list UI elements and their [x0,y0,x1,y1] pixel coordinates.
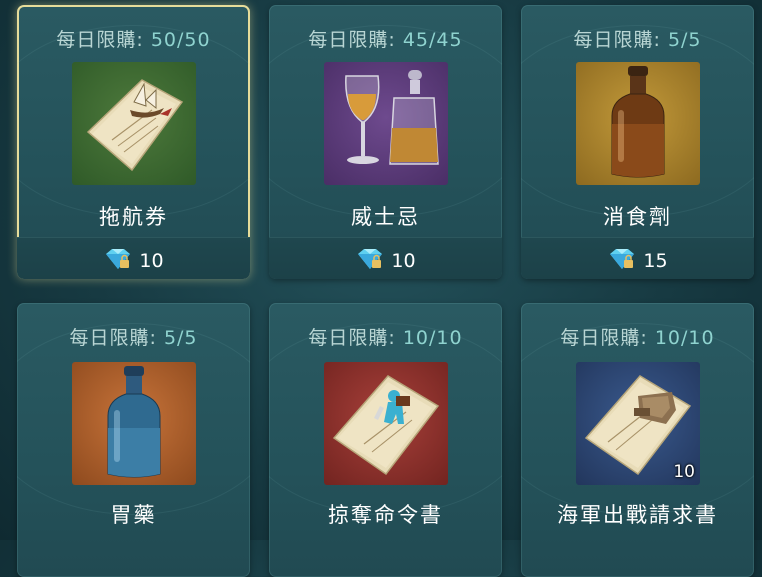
shop-item-card-navy-request[interactable]: 每日限購: 10/10 10 海軍出戰請求書 [521,303,754,577]
daily-limit-value: 5/5 [667,29,702,51]
daily-limit: 每日限購: 5/5 [17,323,250,350]
daily-limit-label: 每日限購: [56,29,144,51]
daily-limit-label: 每日限購: [69,327,157,349]
daily-limit: 每日限購: 50/50 [17,25,250,52]
daily-limit-label: 每日限購: [308,29,396,51]
diamond-icon [103,247,133,276]
item-quantity: 10 [673,462,695,482]
daily-limit-label: 每日限購: [573,29,661,51]
daily-limit-label: 每日限購: [560,327,648,349]
item-name: 海軍出戰請求書 [557,503,718,527]
shop-item-card-digestive[interactable]: 每日限購: 5/5 消食劑 15 [521,5,754,279]
whiskey-icon [324,62,448,185]
diamond-icon [355,247,385,276]
tow-ticket-icon [72,62,196,185]
stomach-medicine-bottle-icon [72,362,196,485]
price-value: 10 [391,250,416,272]
daily-limit: 每日限購: 5/5 [521,25,754,52]
price-bar[interactable]: 10 [17,237,250,279]
price-bar[interactable]: 15 [521,237,754,279]
daily-limit-value: 10/10 [654,327,715,349]
daily-limit: 每日限購: 10/10 [269,323,502,350]
shop-item-card-stomach-medicine[interactable]: 每日限購: 5/5 胃藥 [17,303,250,577]
shop-item-card-tow-ticket[interactable]: 每日限購: 50/50 拖航券 10 [17,5,250,279]
shop-item-card-whiskey[interactable]: 每日限購: 45/45 威士忌 10 [269,5,502,279]
daily-limit: 每日限購: 45/45 [269,25,502,52]
daily-limit-value: 50/50 [150,29,211,51]
price: 10 [269,247,502,276]
item-name: 掠奪命令書 [328,503,443,527]
plunder-order-icon [324,362,448,485]
navy-request-icon: 10 [576,362,700,485]
item-name: 消食劑 [603,205,672,229]
digestive-bottle-icon [576,62,700,185]
diamond-icon [607,247,637,276]
daily-limit-label: 每日限購: [308,327,396,349]
price: 10 [17,247,250,276]
daily-limit-value: 10/10 [402,327,463,349]
daily-limit-value: 45/45 [402,29,463,51]
item-name: 拖航券 [99,205,168,229]
daily-limit-value: 5/5 [163,327,198,349]
price-bar[interactable]: 10 [269,237,502,279]
price: 15 [521,247,754,276]
price-value: 10 [139,250,164,272]
item-name: 胃藥 [110,503,157,527]
item-name: 威士忌 [351,205,420,229]
price-value: 15 [643,250,668,272]
daily-limit: 每日限購: 10/10 [521,323,754,350]
shop-item-card-plunder-order[interactable]: 每日限購: 10/10 掠奪命令書 [269,303,502,577]
